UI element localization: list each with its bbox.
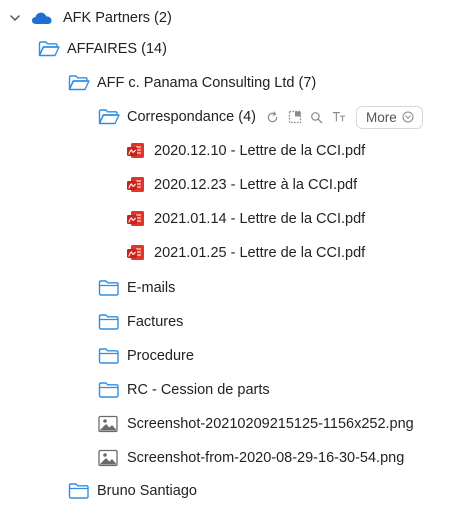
file-label: 2021.01.14 - Lettre de la CCI.pdf xyxy=(154,210,366,227)
pdf-file-icon xyxy=(126,209,146,229)
tree-root-label: AFK Partners (2) xyxy=(63,9,172,26)
pdf-file-icon xyxy=(126,175,146,195)
search-icon[interactable] xyxy=(310,110,324,124)
select-all-icon[interactable] xyxy=(288,110,302,124)
tree-file-image[interactable]: Screenshot-20210209215125-1156x252.png xyxy=(98,409,414,439)
file-label: Screenshot-from-2020-08-29-16-30-54.png xyxy=(127,449,405,466)
folder-icon xyxy=(98,279,120,297)
folder-icon xyxy=(98,347,120,365)
pdf-file-icon xyxy=(126,141,146,161)
tree-root-row[interactable]: AFK Partners (2) xyxy=(8,3,172,33)
image-file-icon xyxy=(98,415,118,433)
chevron-down-icon[interactable] xyxy=(8,11,22,25)
folder-label: AFF c. Panama Consulting Ltd (7) xyxy=(97,74,317,91)
tree-folder-correspondance[interactable]: Correspondance (4) More xyxy=(98,102,423,132)
tree-folder-factures[interactable]: Factures xyxy=(98,307,183,337)
folder-label: Procedure xyxy=(127,347,194,364)
pdf-file-icon xyxy=(126,243,146,263)
folder-label: Factures xyxy=(127,313,184,330)
folder-icon xyxy=(98,313,120,331)
tree-folder-affaires[interactable]: AFFAIRES (14) xyxy=(38,34,167,64)
folder-label: E-mails xyxy=(127,279,176,296)
folder-icon xyxy=(68,482,90,500)
tree-folder-bruno-santiago[interactable]: Bruno Santiago xyxy=(68,476,197,506)
more-button-label: More xyxy=(365,109,397,125)
folder-icon xyxy=(98,381,120,399)
folder-actions: More xyxy=(266,105,423,129)
file-label: 2020.12.10 - Lettre de la CCI.pdf xyxy=(154,142,366,159)
folder-open-icon xyxy=(68,74,90,92)
tree-file-pdf[interactable]: 2020.12.23 - Lettre à la CCI.pdf xyxy=(126,170,357,200)
refresh-icon[interactable] xyxy=(266,110,280,124)
folder-label: Correspondance (4) xyxy=(127,108,256,125)
file-label: Screenshot-20210209215125-1156x252.png xyxy=(127,415,414,432)
image-file-icon xyxy=(98,449,118,467)
tree-folder-emails[interactable]: E-mails xyxy=(98,273,175,303)
folder-open-icon xyxy=(38,40,60,58)
tree-folder-rc-cession[interactable]: RC - Cession de parts xyxy=(98,375,270,405)
folder-label: AFFAIRES (14) xyxy=(67,40,167,57)
text-size-icon[interactable] xyxy=(332,110,346,124)
more-button[interactable]: More xyxy=(355,105,423,129)
onedrive-cloud-icon xyxy=(30,10,54,26)
tree-file-pdf[interactable]: 2021.01.25 - Lettre de la CCI.pdf xyxy=(126,238,365,268)
folder-label: RC - Cession de parts xyxy=(127,381,270,398)
folder-open-icon xyxy=(98,108,120,126)
folder-label: Bruno Santiago xyxy=(97,482,197,499)
tree-file-pdf[interactable]: 2021.01.14 - Lettre de la CCI.pdf xyxy=(126,204,365,234)
tree-folder-procedure[interactable]: Procedure xyxy=(98,341,194,371)
file-label: 2020.12.23 - Lettre à la CCI.pdf xyxy=(154,176,358,193)
chevron-down-circle-icon xyxy=(402,111,414,123)
file-label: 2021.01.25 - Lettre de la CCI.pdf xyxy=(154,244,366,261)
tree-file-image[interactable]: Screenshot-from-2020-08-29-16-30-54.png xyxy=(98,443,404,473)
tree-file-pdf[interactable]: 2020.12.10 - Lettre de la CCI.pdf xyxy=(126,136,365,166)
tree-folder-case[interactable]: AFF c. Panama Consulting Ltd (7) xyxy=(68,68,316,98)
